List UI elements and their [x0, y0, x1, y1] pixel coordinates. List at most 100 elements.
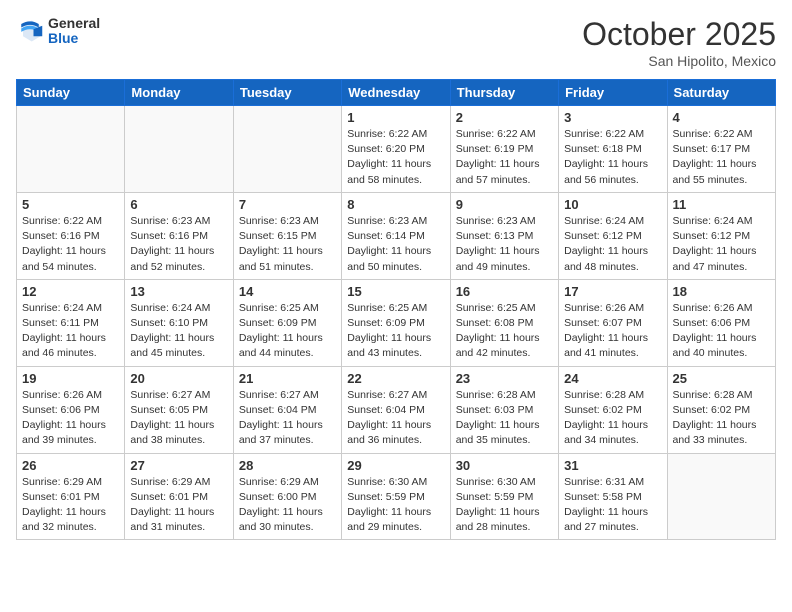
day-info: Sunrise: 6:22 AM Sunset: 6:18 PM Dayligh…	[564, 127, 661, 188]
day-info: Sunrise: 6:24 AM Sunset: 6:10 PM Dayligh…	[130, 301, 227, 362]
calendar-cell: 21Sunrise: 6:27 AM Sunset: 6:04 PM Dayli…	[233, 366, 341, 453]
day-number: 15	[347, 284, 444, 299]
calendar-cell: 6 Sunrise: 6:23 AM Sunset: 6:16 PM Daylig…	[125, 192, 233, 279]
day-info: Sunrise: 6:27 AM Sunset: 6:04 PM Dayligh…	[347, 388, 444, 449]
day-info: Sunrise: 6:28 AM Sunset: 6:02 PM Dayligh…	[564, 388, 661, 449]
calendar-cell: 30Sunrise: 6:30 AM Sunset: 5:59 PM Dayli…	[450, 453, 558, 540]
day-number: 25	[673, 371, 770, 386]
day-number: 3	[564, 110, 661, 125]
logo-blue: Blue	[48, 31, 100, 46]
calendar-header-row: SundayMondayTuesdayWednesdayThursdayFrid…	[17, 80, 776, 106]
week-row-1: 1Sunrise: 6:22 AM Sunset: 6:20 PM Daylig…	[17, 106, 776, 193]
calendar-cell: 29 Sunrise: 6:30 AM Sunset: 5:59 PM Dayli…	[342, 453, 450, 540]
day-number: 24	[564, 371, 661, 386]
calendar-cell: 16 Sunrise: 6:25 AM Sunset: 6:08 PM Dayli…	[450, 279, 558, 366]
day-number: 11	[673, 197, 770, 212]
day-info: Sunrise: 6:28 AM Sunset: 6:02 PM Dayligh…	[673, 388, 770, 449]
logo-general: General	[48, 16, 100, 31]
day-info: Sunrise: 6:26 AM Sunset: 6:06 PM Dayligh…	[673, 301, 770, 362]
day-number: 17	[564, 284, 661, 299]
calendar-cell: 17 Sunrise: 6:26 AM Sunset: 6:07 PM Dayli…	[559, 279, 667, 366]
day-number: 6	[130, 197, 227, 212]
day-info: Sunrise: 6:25 AM Sunset: 6:08 PM Dayligh…	[456, 301, 553, 362]
calendar-cell: 9Sunrise: 6:23 AM Sunset: 6:13 PM Daylig…	[450, 192, 558, 279]
day-number: 23	[456, 371, 553, 386]
day-info: Sunrise: 6:22 AM Sunset: 6:20 PM Dayligh…	[347, 127, 444, 188]
day-info: Sunrise: 6:29 AM Sunset: 6:01 PM Dayligh…	[130, 475, 227, 536]
day-number: 4	[673, 110, 770, 125]
day-number: 31	[564, 458, 661, 473]
week-row-4: 19Sunrise: 6:26 AM Sunset: 6:06 PM Dayli…	[17, 366, 776, 453]
day-number: 20	[130, 371, 227, 386]
calendar-cell: 15 Sunrise: 6:25 AM Sunset: 6:09 PM Dayli…	[342, 279, 450, 366]
day-info: Sunrise: 6:27 AM Sunset: 6:05 PM Dayligh…	[130, 388, 227, 449]
calendar-cell: 19Sunrise: 6:26 AM Sunset: 6:06 PM Dayli…	[17, 366, 125, 453]
calendar-cell: 8 Sunrise: 6:23 AM Sunset: 6:14 PM Daylig…	[342, 192, 450, 279]
day-info: Sunrise: 6:30 AM Sunset: 5:59 PM Dayligh…	[456, 475, 553, 536]
location-title: San Hipolito, Mexico	[582, 53, 776, 69]
day-number: 22	[347, 371, 444, 386]
day-info: Sunrise: 6:29 AM Sunset: 6:01 PM Dayligh…	[22, 475, 119, 536]
day-number: 10	[564, 197, 661, 212]
calendar-cell: 25 Sunrise: 6:28 AM Sunset: 6:02 PM Dayli…	[667, 366, 775, 453]
day-info: Sunrise: 6:25 AM Sunset: 6:09 PM Dayligh…	[347, 301, 444, 362]
day-info: Sunrise: 6:26 AM Sunset: 6:06 PM Dayligh…	[22, 388, 119, 449]
day-number: 13	[130, 284, 227, 299]
day-number: 9	[456, 197, 553, 212]
calendar-cell: 18 Sunrise: 6:26 AM Sunset: 6:06 PM Dayli…	[667, 279, 775, 366]
day-info: Sunrise: 6:26 AM Sunset: 6:07 PM Dayligh…	[564, 301, 661, 362]
col-header-saturday: Saturday	[667, 80, 775, 106]
calendar-cell	[667, 453, 775, 540]
day-number: 16	[456, 284, 553, 299]
calendar-cell: 20 Sunrise: 6:27 AM Sunset: 6:05 PM Dayli…	[125, 366, 233, 453]
day-number: 7	[239, 197, 336, 212]
calendar-cell	[17, 106, 125, 193]
logo-icon	[16, 17, 44, 45]
week-row-5: 26 Sunrise: 6:29 AM Sunset: 6:01 PM Dayli…	[17, 453, 776, 540]
day-info: Sunrise: 6:23 AM Sunset: 6:14 PM Dayligh…	[347, 214, 444, 275]
calendar-cell: 26 Sunrise: 6:29 AM Sunset: 6:01 PM Dayli…	[17, 453, 125, 540]
day-info: Sunrise: 6:22 AM Sunset: 6:16 PM Dayligh…	[22, 214, 119, 275]
day-number: 28	[239, 458, 336, 473]
day-number: 27	[130, 458, 227, 473]
day-info: Sunrise: 6:23 AM Sunset: 6:15 PM Dayligh…	[239, 214, 336, 275]
logo: General Blue	[16, 16, 100, 47]
calendar-table: SundayMondayTuesdayWednesdayThursdayFrid…	[16, 79, 776, 540]
calendar-cell: 31Sunrise: 6:31 AM Sunset: 5:58 PM Dayli…	[559, 453, 667, 540]
col-header-wednesday: Wednesday	[342, 80, 450, 106]
col-header-tuesday: Tuesday	[233, 80, 341, 106]
day-number: 26	[22, 458, 119, 473]
day-number: 2	[456, 110, 553, 125]
logo-text: General Blue	[48, 16, 100, 47]
calendar-cell: 22 Sunrise: 6:27 AM Sunset: 6:04 PM Dayli…	[342, 366, 450, 453]
col-header-thursday: Thursday	[450, 80, 558, 106]
day-number: 12	[22, 284, 119, 299]
calendar-cell: 2 Sunrise: 6:22 AM Sunset: 6:19 PM Daylig…	[450, 106, 558, 193]
day-info: Sunrise: 6:23 AM Sunset: 6:16 PM Dayligh…	[130, 214, 227, 275]
day-info: Sunrise: 6:25 AM Sunset: 6:09 PM Dayligh…	[239, 301, 336, 362]
week-row-3: 12Sunrise: 6:24 AM Sunset: 6:11 PM Dayli…	[17, 279, 776, 366]
calendar-cell: 24 Sunrise: 6:28 AM Sunset: 6:02 PM Dayli…	[559, 366, 667, 453]
day-info: Sunrise: 6:27 AM Sunset: 6:04 PM Dayligh…	[239, 388, 336, 449]
calendar-cell: 7 Sunrise: 6:23 AM Sunset: 6:15 PM Daylig…	[233, 192, 341, 279]
day-number: 29	[347, 458, 444, 473]
day-info: Sunrise: 6:29 AM Sunset: 6:00 PM Dayligh…	[239, 475, 336, 536]
day-number: 18	[673, 284, 770, 299]
day-info: Sunrise: 6:22 AM Sunset: 6:17 PM Dayligh…	[673, 127, 770, 188]
calendar-cell: 5 Sunrise: 6:22 AM Sunset: 6:16 PM Daylig…	[17, 192, 125, 279]
day-info: Sunrise: 6:24 AM Sunset: 6:12 PM Dayligh…	[564, 214, 661, 275]
week-row-2: 5 Sunrise: 6:22 AM Sunset: 6:16 PM Daylig…	[17, 192, 776, 279]
title-block: October 2025 San Hipolito, Mexico	[582, 16, 776, 69]
day-number: 5	[22, 197, 119, 212]
day-info: Sunrise: 6:30 AM Sunset: 5:59 PM Dayligh…	[347, 475, 444, 536]
day-info: Sunrise: 6:24 AM Sunset: 6:12 PM Dayligh…	[673, 214, 770, 275]
day-number: 8	[347, 197, 444, 212]
calendar-cell	[125, 106, 233, 193]
calendar-cell: 13 Sunrise: 6:24 AM Sunset: 6:10 PM Dayli…	[125, 279, 233, 366]
col-header-friday: Friday	[559, 80, 667, 106]
calendar-cell	[233, 106, 341, 193]
col-header-monday: Monday	[125, 80, 233, 106]
calendar-cell: 11 Sunrise: 6:24 AM Sunset: 6:12 PM Dayli…	[667, 192, 775, 279]
day-info: Sunrise: 6:22 AM Sunset: 6:19 PM Dayligh…	[456, 127, 553, 188]
day-info: Sunrise: 6:28 AM Sunset: 6:03 PM Dayligh…	[456, 388, 553, 449]
